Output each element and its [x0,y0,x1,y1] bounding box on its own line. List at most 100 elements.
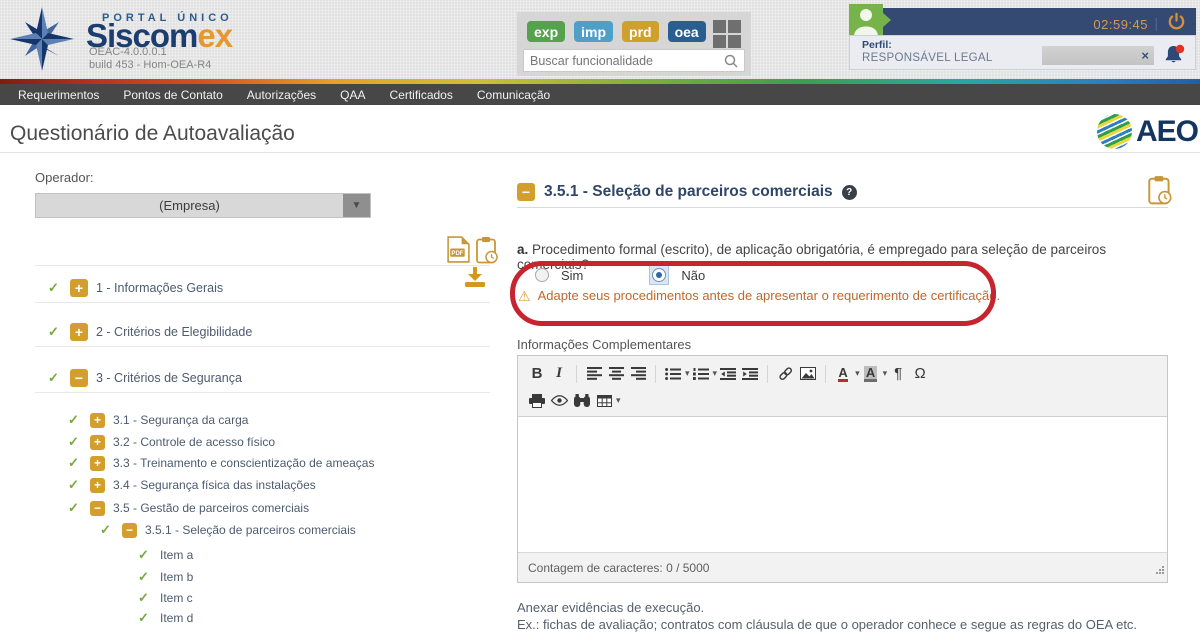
search-icon[interactable] [724,54,738,68]
special-char-button[interactable]: Ω [909,362,931,386]
operator-selected-value: (Empresa) [36,198,343,213]
align-right-icon[interactable] [627,362,649,386]
tree-item-3-5-1[interactable]: ✓ − 3.5.1 - Seleção de parceiros comerci… [100,521,356,539]
radio-sim-label[interactable]: Sim [561,268,583,283]
plus-icon[interactable]: + [90,456,105,471]
tree-item-3-2[interactable]: ✓ + 3.2 - Controle de acesso físico [68,433,275,451]
tree-item-label[interactable]: 3 - Critérios de Segurança [96,371,242,385]
tree-item-label[interactable]: 3.5.1 - Seleção de parceiros comerciais [145,523,356,537]
background-color-button[interactable]: A [860,362,882,386]
badge-exp[interactable]: exp [527,21,565,42]
nav-qaa[interactable]: QAA [331,88,374,102]
search-input[interactable] [524,54,724,68]
numbered-list-icon[interactable] [690,362,712,386]
editor-text-area[interactable] [518,417,1167,552]
chevron-down-icon[interactable]: ▼ [343,194,370,217]
radio-nao-label[interactable]: Não [681,268,705,283]
rich-text-editor: B I ▾ ▾ A ▾ A ▾ ¶ [517,355,1168,583]
compass-star-icon [10,6,74,77]
badge-imp[interactable]: imp [574,21,613,42]
plus-icon[interactable]: + [70,279,88,297]
outdent-icon[interactable] [717,362,739,386]
tree-item-3[interactable]: ✓ − 3 - Critérios de Segurança [48,369,242,387]
logout-power-icon[interactable] [1167,12,1186,36]
tree-item-b[interactable]: ✓ Item b [138,568,193,586]
bullet-list-icon[interactable] [662,362,684,386]
nav-pontos-de-contato[interactable]: Pontos de Contato [114,88,231,102]
radio-nao[interactable] [652,268,666,282]
tree-item-3-4[interactable]: ✓ + 3.4 - Segurança física das instalaçõ… [68,476,316,494]
print-icon[interactable] [526,389,548,413]
minus-icon[interactable]: − [122,523,137,538]
history-clipboard-icon[interactable] [1147,175,1173,210]
tree-item-a[interactable]: ✓ Item a [138,546,193,564]
check-icon: ✓ [48,324,62,340]
avatar[interactable] [849,4,883,37]
badge-oea[interactable]: oea [668,21,706,42]
help-icon[interactable]: ? [842,185,857,200]
tree-item-3-5[interactable]: ✓ − 3.5 - Gestão de parceiros comerciais [68,499,309,517]
download-icon[interactable] [462,266,488,293]
tree-item-c[interactable]: ✓ Item c [138,589,193,607]
table-icon[interactable] [593,389,615,413]
tree-item-label[interactable]: Item a [160,548,193,562]
nav-autorizacoes[interactable]: Autorizações [238,88,325,102]
check-icon: ✓ [68,500,82,516]
bold-button[interactable]: B [526,362,548,386]
tree-item-label[interactable]: 3.1 - Segurança da carga [113,413,248,427]
close-icon[interactable]: × [1141,48,1149,63]
tree-item-2[interactable]: ✓ + 2 - Critérios de Elegibilidade [48,323,252,341]
tree-item-label[interactable]: Item d [160,611,193,625]
tree-item-3-3[interactable]: ✓ + 3.3 - Treinamento e conscientização … [68,454,374,472]
char-count: Contagem de caracteres: 0 / 5000 [528,561,709,575]
italic-button[interactable]: I [548,362,570,386]
answer-options: Sim Não [535,265,705,285]
tree-item-label[interactable]: 3.4 - Segurança física das instalações [113,478,316,492]
plus-icon[interactable]: + [70,323,88,341]
attach-instructions: Anexar evidências de execução. [517,600,704,615]
tree-item-label[interactable]: Item c [160,591,193,605]
tree-item-label[interactable]: 3.3 - Treinamento e conscientização de a… [113,456,374,470]
nav-requerimentos[interactable]: Requerimentos [9,88,108,102]
operator-select[interactable]: (Empresa) ▼ [35,193,371,218]
paragraph-button[interactable]: ¶ [887,362,909,386]
profile-label: Perfil: [862,39,892,51]
tree-item-label[interactable]: 2 - Critérios de Elegibilidade [96,325,252,339]
chevron-down-icon[interactable]: ▾ [616,395,621,406]
image-icon[interactable] [797,362,819,386]
minus-icon[interactable]: − [517,183,535,201]
check-icon: ✓ [48,280,62,296]
link-icon[interactable] [774,362,797,386]
tree-item-label[interactable]: 1 - Informações Gerais [96,281,223,295]
nav-comunicacao[interactable]: Comunicação [468,88,559,102]
tree-item-d[interactable]: ✓ Item d [138,609,193,627]
badge-prd[interactable]: prd [622,21,659,42]
tree-item-label[interactable]: Item b [160,570,193,584]
resize-grip[interactable] [1155,562,1165,580]
find-binoculars-icon[interactable] [571,389,593,413]
align-left-icon[interactable] [583,362,605,386]
indent-icon[interactable] [739,362,761,386]
plus-icon[interactable]: + [90,413,105,428]
check-icon: ✓ [138,590,152,606]
preview-eye-icon[interactable] [548,389,571,413]
text-color-button[interactable]: A [832,362,854,386]
tree-item-1[interactable]: ✓ + 1 - Informações Gerais [48,279,223,297]
minus-icon[interactable]: − [70,369,88,387]
align-center-icon[interactable] [605,362,627,386]
plus-icon[interactable]: + [90,478,105,493]
session-divider: | [1154,15,1158,31]
nav-certificados[interactable]: Certificados [381,88,462,102]
section-header: − 3.5.1 - Seleção de parceiros comerciai… [517,183,857,201]
apps-grid-icon[interactable] [713,20,741,48]
tree-item-3-1[interactable]: ✓ + 3.1 - Segurança da carga [68,411,248,429]
notifications-bell-icon[interactable] [1162,43,1186,72]
tree-item-label[interactable]: 3.5 - Gestão de parceiros comerciais [113,501,309,515]
plus-icon[interactable]: + [90,435,105,450]
editor-toolbar: B I ▾ ▾ A ▾ A ▾ ¶ [518,356,1167,417]
radio-nao-focus [649,265,669,285]
session-timer: 02:59:45 [1093,17,1148,32]
minus-icon[interactable]: − [90,501,105,516]
tree-item-label[interactable]: 3.2 - Controle de acesso físico [113,435,275,449]
radio-sim[interactable] [535,268,549,282]
